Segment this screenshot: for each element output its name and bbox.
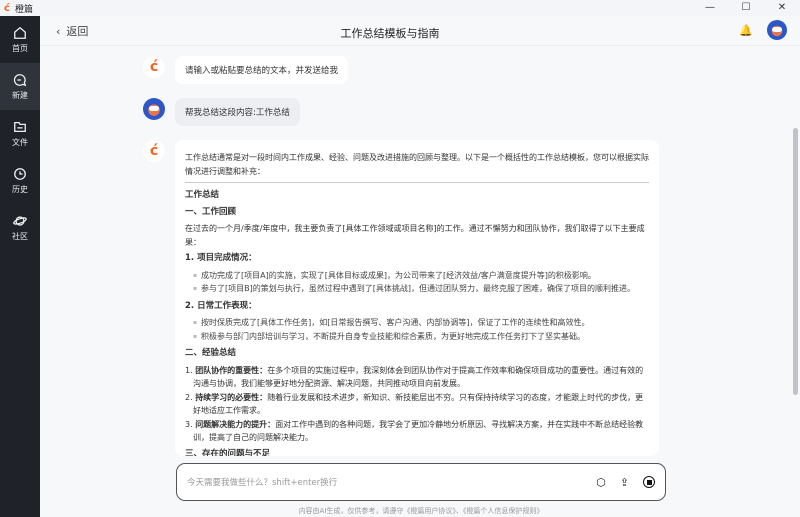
list-item: 参与了[项目B]的策划与执行，虽然过程中遇到了[具体挑战]，但通过团队努力，最终… [193,282,649,296]
chat-input[interactable]: 今天需要我做些什么？shift+enter换行 ⬡ ⇪ [176,463,666,501]
maximize-button[interactable]: ☐ [728,0,764,16]
header: ‹ 返回 工作总结模板与指南 🔔 [40,16,800,46]
app-logo-icon: ć [4,2,10,14]
sidebar-item-home[interactable]: 首页 [0,16,40,63]
user-message: 帮我总结这段内容:工作总结 [143,98,300,126]
sidebar-item-history[interactable]: 历史 [0,157,40,204]
bot-answer: ć 工作总结通常是对一段时间内工作成果、经验、问题及改进措施的回顾与整理。以下是… [143,140,660,456]
message-bubble: 请输入或粘贴要总结的文本，并发送给我 [175,56,349,84]
paragraph: 在过去的一个月/季度/年度中，我主要负责了[具体工作领域或项目名称]的工作。通过… [185,224,645,247]
planet-icon [13,215,27,226]
sidebar-item-label: 历史 [12,184,28,194]
message-bubble: 帮我总结这段内容:工作总结 [175,98,300,126]
app-name: 橙篇 [14,4,33,15]
answer-content: 工作总结通常是对一段时间内工作成果、经验、问题及改进措施的回顾与整理。以下是一个… [175,140,659,456]
heading: 三、存在的问题与不足 [185,448,271,457]
upload-icon[interactable]: ⇪ [620,476,629,489]
folder-icon [14,121,26,132]
list-item: 3. 问题解决能力的提升：面对工作中遇到的各种问题，我学会了更加冷静地分析原因、… [185,419,644,443]
list-item: 2. 持续学习的必要性：随着行业发展和技术进步，新知识、新技能层出不穷。只有保持… [185,392,644,416]
sidebar-item-label: 社区 [12,231,28,241]
cube-icon[interactable]: ⬡ [596,476,606,489]
disclaimer: 内容由AI生成，仅供参考，请遵守《橙篇用户协议》、《橙篇个人信息保护规则》 [298,507,544,515]
list-item: 1. 团队协作的重要性：在多个项目的实施过程中，我深刻体会到团队协作对于提高工作… [185,365,644,389]
sidebar-item-label: 文件 [12,137,28,147]
list-item: 按时保质完成了[具体工作任务]，如[日常报告撰写、客户沟通、内部协调等]，保证了… [193,316,649,330]
divider [185,182,649,183]
sidebar-item-label: 新建 [12,90,28,100]
sidebar: 首页 新建 文件 历史 社区 [0,16,40,517]
sidebar-item-label: 首页 [12,43,28,53]
heading: 工作总结 [185,190,220,200]
list-heading: 1. 项目完成情况： [185,253,257,263]
home-icon [14,26,26,39]
scrollbar[interactable] [793,128,798,395]
clock-icon [14,167,26,180]
sidebar-item-files[interactable]: 文件 [0,110,40,157]
user-avatar [143,98,165,120]
avatar[interactable] [767,20,787,40]
heading: 一、工作回顾 [185,206,237,217]
answer-intro: 工作总结通常是对一段时间内工作成果、经验、问题及改进措施的回顾与整理。以下是一个… [185,153,649,176]
list-item: 积极参与部门内部培训与学习，不断提升自身专业技能和综合素质，为更好地完成工作任务… [193,330,649,344]
bot-avatar-icon: ć [143,140,165,162]
heading: 二、经验总结 [185,348,237,358]
bot-message: ć 请输入或粘贴要总结的文本，并发送给我 [143,56,349,84]
stop-button[interactable] [643,476,655,488]
title-bar: ć 橙篇 — ☐ ✕ [0,0,800,16]
input-placeholder: 今天需要我做些什么？shift+enter换行 [187,478,338,488]
bot-avatar-icon: ć [143,56,165,78]
sidebar-item-community[interactable]: 社区 [0,204,40,251]
bell-icon[interactable]: 🔔 [739,24,753,37]
list-heading: 2. 日常工作表现： [185,300,257,311]
page-title: 工作总结模板与指南 [340,27,440,40]
sidebar-item-new[interactable]: 新建 [0,63,40,110]
minimize-button[interactable]: — [692,0,728,16]
new-chat-icon [13,73,27,86]
close-button[interactable]: ✕ [764,0,800,16]
list-item: 成功完成了[项目A]的实施，实现了[具体目标或成果]，为公司带来了[经济效益/客… [193,269,649,283]
